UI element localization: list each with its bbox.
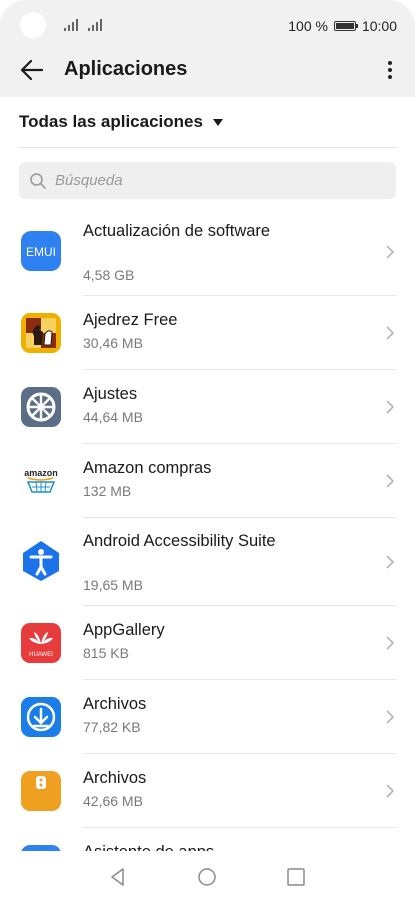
- app-filter-dropdown[interactable]: Todas las aplicaciones: [19, 110, 223, 134]
- divider: [19, 147, 396, 148]
- appgallery-icon: HUAWEI: [21, 623, 61, 663]
- chevron-right-icon: [386, 474, 395, 488]
- arrow-left-icon[interactable]: [18, 56, 46, 84]
- caret-down-icon: [212, 118, 223, 126]
- chevron-right-icon: [386, 555, 395, 569]
- app-name: Asistente de apps: [83, 842, 343, 851]
- app-name: Archivos: [83, 769, 147, 787]
- search-box[interactable]: [19, 162, 396, 199]
- top-bar: 100 % 10:00 Aplicaciones: [0, 0, 415, 97]
- chevron-right-icon: [386, 400, 395, 414]
- app-bar: Aplicaciones: [0, 52, 415, 97]
- system-nav-bar: [0, 851, 415, 900]
- app-size: 30,46 MB: [83, 335, 143, 351]
- page-title: Aplicaciones: [64, 58, 188, 80]
- nav-home-icon[interactable]: [197, 867, 217, 887]
- amazon-icon: amazon: [21, 461, 61, 501]
- battery-level: 100 %: [288, 18, 328, 34]
- app-name: Archivos: [83, 695, 147, 713]
- files-icon: [21, 771, 61, 811]
- app-size: 815 KB: [83, 645, 129, 661]
- app-name: Amazon compras: [83, 459, 212, 477]
- appgallery-icon-text: HUAWEI: [29, 652, 53, 658]
- signal-icon: [64, 17, 80, 31]
- app-size: 44,64 MB: [83, 409, 143, 425]
- app-name: Android Accessibility Suite: [83, 532, 276, 550]
- app-name: Actualización de software: [83, 222, 271, 240]
- amazon-icon-text: amazon: [24, 468, 58, 478]
- app-row-settings[interactable]: Ajustes 44,64 MB: [0, 370, 415, 444]
- app-list: EMUI Actualización de software 4,58 GB A…: [0, 208, 415, 851]
- nav-recents-icon[interactable]: [286, 867, 306, 887]
- chevron-right-icon: [386, 326, 395, 340]
- accessibility-icon: [23, 541, 59, 581]
- app-size: 19,65 MB: [83, 577, 143, 593]
- camera-cutout: [20, 12, 46, 38]
- chevron-right-icon: [386, 784, 395, 798]
- app-row-files-google[interactable]: Archivos 77,82 KB: [0, 680, 415, 754]
- signal-icon: [88, 17, 104, 31]
- nav-back-icon[interactable]: [108, 867, 128, 887]
- app-row-appgallery[interactable]: HUAWEI AppGallery 815 KB: [0, 606, 415, 680]
- app-row-accessibility[interactable]: Android Accessibility Suite 19,65 MB: [0, 518, 415, 606]
- filter-label: Todas las aplicaciones: [19, 112, 203, 131]
- gear-icon: [21, 387, 61, 427]
- more-vertical-icon[interactable]: [379, 54, 401, 86]
- chevron-right-icon: [386, 636, 395, 650]
- app-size: 42,66 MB: [83, 793, 143, 809]
- app-name: AppGallery: [83, 621, 165, 639]
- app-name: Ajustes: [83, 385, 138, 403]
- battery-icon: [333, 21, 358, 31]
- download-icon: [21, 697, 61, 737]
- app-row-app-assistant[interactable]: Asistente de apps: [0, 828, 415, 851]
- emui-icon: EMUI: [21, 231, 61, 271]
- app-row-software-update[interactable]: EMUI Actualización de software 4,58 GB: [0, 208, 415, 296]
- app-name: Ajedrez Free: [83, 311, 178, 329]
- chevron-right-icon: [386, 710, 395, 724]
- app-size: 77,82 KB: [83, 719, 141, 735]
- app-size: 132 MB: [83, 483, 132, 499]
- chevron-right-icon: [386, 245, 395, 259]
- search-icon: [30, 173, 46, 189]
- chess-icon: [21, 313, 61, 353]
- app-row-files[interactable]: Archivos 42,66 MB: [0, 754, 415, 828]
- app-size: 4,58 GB: [83, 267, 135, 283]
- status-bar: 100 % 10:00: [0, 0, 415, 52]
- clock: 10:00: [361, 18, 397, 34]
- app-assistant-icon: [21, 845, 61, 851]
- app-row-chess[interactable]: Ajedrez Free 30,46 MB: [0, 296, 415, 370]
- app-row-amazon[interactable]: amazon Amazon compras 132 MB: [0, 444, 415, 518]
- emui-icon-text: EMUI: [26, 245, 56, 259]
- search-input[interactable]: [55, 162, 375, 199]
